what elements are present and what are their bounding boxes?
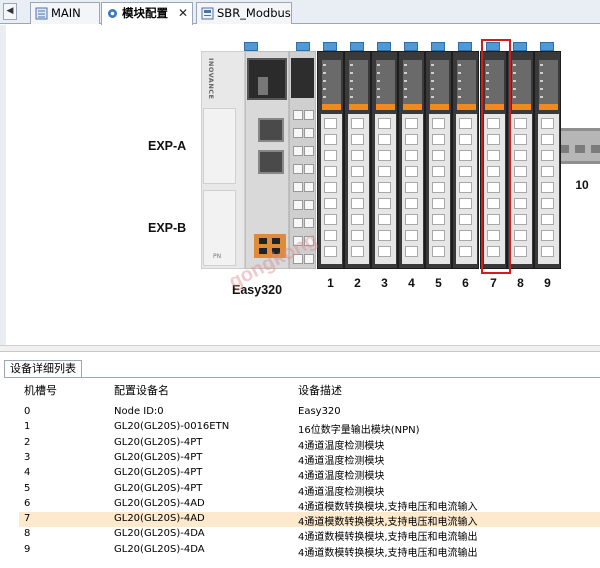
latch-icon	[244, 42, 258, 51]
exp-a-label: EXP-A	[148, 139, 187, 153]
module-number: 1	[327, 276, 334, 290]
device-list-panel: 设备详细列表 机槽号 配置设备名 设备描述 0 Node ID:0 Easy320 1…	[0, 351, 600, 568]
description-cell: 4通道温度检测模块	[298, 486, 385, 498]
latch-icon	[350, 42, 364, 51]
table-row[interactable]: 0 Node ID:0 Easy320	[19, 405, 600, 420]
device-name-cell: GL20(GL20S)-4DA	[114, 543, 205, 555]
module-number: 2	[354, 276, 361, 290]
device-name-cell: GL20(GL20S)-4PT	[114, 451, 203, 463]
io-module[interactable]	[317, 51, 344, 269]
module-number: 10	[575, 178, 589, 192]
table-row[interactable]: 9 GL20(GL20S)-4DA 4通道数模转换模块,支持电压和电流输出	[19, 543, 600, 559]
ethernet-port-icon	[258, 118, 284, 142]
module-number: 9	[544, 276, 551, 290]
din-rail	[555, 128, 600, 164]
table-row[interactable]: 2 GL20(GL20S)-4PT 4通道温度检测模块	[19, 436, 600, 452]
latch-icon	[296, 42, 310, 51]
slot-cell: 4	[24, 467, 31, 479]
description-cell: 4通道模数转换模块,支持电压和电流输入	[298, 501, 478, 513]
scroll-left-icon[interactable]: ◀	[3, 3, 17, 20]
io-module[interactable]	[452, 51, 479, 269]
editor-tab-bar: ◀ MAIN 模块配置 ✕ SBR_Modbus	[0, 0, 600, 25]
latch-icon	[431, 42, 445, 51]
description-cell: 4通道数模转换模块,支持电压和电流输出	[298, 547, 478, 559]
slot-cell: 6	[24, 497, 31, 509]
module-number: 5	[435, 276, 442, 290]
pn-label: PN	[213, 253, 222, 260]
description-cell: Easy320	[298, 406, 341, 417]
description-cell: 16位数字量输出模块(NPN)	[298, 425, 420, 437]
device-name-cell: Node ID:0	[114, 406, 164, 417]
table-row[interactable]: 1 GL20(GL20S)-0016ETN 16位数字量输出模块(NPN)	[19, 420, 600, 437]
module-number: 6	[462, 276, 469, 290]
table-row[interactable]: 5 GL20(GL20S)-4PT 4通道温度检测模块	[19, 482, 600, 498]
io-module[interactable]	[507, 51, 534, 269]
slot-cell: 7	[24, 513, 31, 525]
module-config-icon	[108, 9, 117, 18]
io-module[interactable]	[371, 51, 398, 269]
tab-main[interactable]: MAIN	[30, 2, 100, 24]
slot-cell: 9	[24, 543, 31, 555]
table-row[interactable]: 6 GL20(GL20S)-4AD 4通道模数转换模块,支持电压和电流输入	[19, 497, 600, 513]
slot-cell: 0	[24, 406, 31, 417]
tab-label: SBR_Modbus	[217, 6, 291, 20]
module-number: 7	[490, 276, 497, 290]
description-cell: 4通道模数转换模块,支持电压和电流输入	[298, 517, 478, 529]
latch-icon	[377, 42, 391, 51]
tab-module-config[interactable]: 模块配置 ✕	[101, 2, 193, 25]
column-header-description[interactable]: 设备描述	[298, 382, 342, 398]
device-name-cell: GL20(GL20S)-4DA	[114, 528, 205, 540]
latch-icon	[513, 42, 527, 51]
slot-cell: 1	[24, 421, 31, 433]
table-row[interactable]: 8 GL20(GL20S)-4DA 4通道数模转换模块,支持电压和电流输出	[19, 527, 600, 544]
column-header-slot[interactable]: 机槽号	[24, 382, 57, 398]
close-icon[interactable]: ✕	[178, 3, 188, 23]
module-number: 3	[381, 276, 388, 290]
ethernet-port-icon	[258, 150, 284, 174]
slot-cell: 5	[24, 482, 31, 494]
io-module[interactable]	[398, 51, 425, 269]
tab-sbr-modbus[interactable]: SBR_Modbus	[196, 2, 292, 24]
io-module[interactable]	[344, 51, 371, 269]
slot-cell: 3	[24, 451, 31, 463]
device-name-cell: GL20(GL20S)-4PT	[114, 482, 203, 494]
latch-icon	[404, 42, 418, 51]
subroutine-icon	[201, 7, 214, 20]
module-number: 8	[517, 276, 524, 290]
selected-module-frame	[481, 39, 511, 274]
device-name-cell: GL20(GL20S)-4AD	[114, 513, 205, 525]
table-row[interactable]: 7 GL20(GL20S)-4AD 4通道模数转换模块,支持电压和电流输入	[19, 512, 600, 529]
latch-icon	[323, 42, 337, 51]
description-cell: 4通道数模转换模块,支持电压和电流输出	[298, 532, 478, 544]
brand-logo: INOVANCE	[207, 58, 215, 100]
io-module[interactable]	[534, 51, 561, 269]
table-row[interactable]: 3 GL20(GL20S)-4PT 4通道温度检测模块	[19, 451, 600, 467]
device-name-cell: GL20(GL20S)-4PT	[114, 467, 203, 479]
description-cell: 4通道温度检测模块	[298, 471, 385, 483]
slot-cell: 2	[24, 436, 31, 448]
device-list-tab[interactable]: 设备详细列表	[4, 360, 82, 377]
latch-icon	[458, 42, 472, 51]
ladder-program-icon	[35, 7, 48, 20]
device-name-cell: GL20(GL20S)-4PT	[114, 436, 203, 448]
exp-a-slot[interactable]	[203, 108, 236, 184]
slot-cell: 8	[24, 528, 31, 540]
device-name-cell: GL20(GL20S)-4AD	[114, 497, 205, 509]
io-module[interactable]	[425, 51, 452, 269]
device-name-cell: GL20(GL20S)-0016ETN	[114, 421, 230, 433]
module-number: 4	[408, 276, 415, 290]
exp-b-label: EXP-B	[148, 221, 187, 235]
column-header-device-name[interactable]: 配置设备名	[114, 382, 169, 398]
description-cell: 4通道温度检测模块	[298, 455, 385, 467]
description-cell: 4通道温度检测模块	[298, 440, 385, 452]
table-row[interactable]: 4 GL20(GL20S)-4PT 4通道温度检测模块	[19, 466, 600, 483]
tab-label: MAIN	[51, 6, 81, 20]
latch-icon	[540, 42, 554, 51]
tab-label: 模块配置	[122, 6, 168, 20]
